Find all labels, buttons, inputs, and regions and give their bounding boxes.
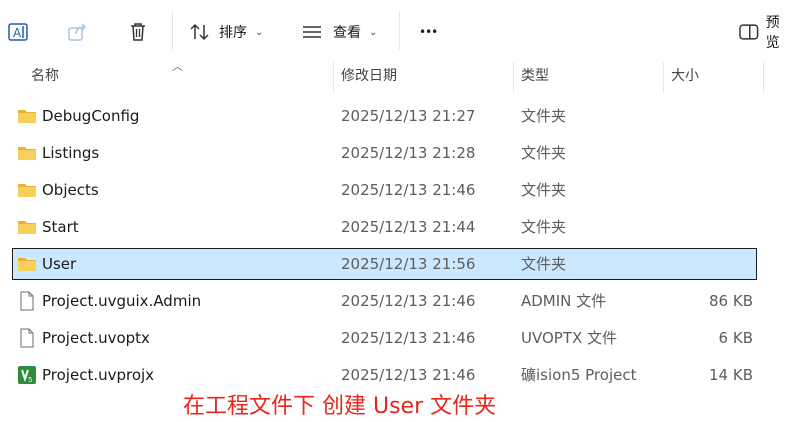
sort-label: 排序 xyxy=(219,25,247,41)
folder-icon xyxy=(18,258,36,271)
file-name: Project.uvguix.Admin xyxy=(42,292,202,310)
file-type: 文件夹 xyxy=(521,181,567,199)
chevron-down-icon: ⌄ xyxy=(369,26,378,38)
file-date: 2025/12/13 21:28 xyxy=(341,144,476,162)
annotation-text: 在工程文件下 创建 User 文件夹 xyxy=(183,394,497,419)
file-size: 14 KB xyxy=(709,366,753,384)
file-type: 文件夹 xyxy=(521,144,567,162)
file-row[interactable]: 5 Project.uvprojx 2025/12/13 21:46 礦isio… xyxy=(12,359,757,391)
svg-text:A: A xyxy=(13,26,22,40)
file-icon xyxy=(20,291,34,311)
file-row[interactable]: DebugConfig 2025/12/13 21:27 文件夹 xyxy=(12,100,757,132)
rename-button[interactable]: A xyxy=(6,14,30,50)
share-icon xyxy=(68,23,87,41)
file-date: 2025/12/13 21:46 xyxy=(341,329,476,347)
column-header-row: 名称 ︿ 修改日期 类型 大小 xyxy=(0,60,793,92)
folder-icon xyxy=(18,221,36,234)
file-row-selected[interactable]: User 2025/12/13 21:56 文件夹 xyxy=(12,248,757,280)
file-date: 2025/12/13 21:56 xyxy=(341,255,476,273)
view-list-icon xyxy=(303,26,321,38)
chevron-down-icon: ⌄ xyxy=(255,26,264,38)
command-bar: A 排序 ⌄ 查看 ⌄ ••• 预览 xyxy=(0,0,793,62)
trash-icon xyxy=(131,23,145,41)
file-type: 文件夹 xyxy=(521,107,567,125)
column-header-type[interactable]: 类型 xyxy=(521,62,549,92)
file-row[interactable]: Project.uvoptx 2025/12/13 21:46 UVOPTX 文… xyxy=(12,322,757,354)
sort-button[interactable]: 排序 ⌄ xyxy=(189,14,263,50)
more-options-button[interactable]: ••• xyxy=(419,14,438,50)
folder-icon xyxy=(18,110,36,123)
preview-label: 预览 xyxy=(765,15,780,51)
column-header-size[interactable]: 大小 xyxy=(671,62,699,92)
file-row[interactable]: Start 2025/12/13 21:44 文件夹 xyxy=(12,211,757,243)
file-row[interactable]: Objects 2025/12/13 21:46 文件夹 xyxy=(12,174,757,206)
column-header-date[interactable]: 修改日期 xyxy=(341,62,397,92)
file-name: Project.uvprojx xyxy=(42,366,155,384)
folder-icon xyxy=(18,184,36,197)
preview-pane-button[interactable]: 预览 xyxy=(738,14,793,51)
file-name: Listings xyxy=(42,144,100,162)
file-type: ADMIN 文件 xyxy=(521,292,607,310)
file-size: 6 KB xyxy=(718,329,753,347)
file-type: 文件夹 xyxy=(521,218,567,236)
svg-text:5: 5 xyxy=(28,376,32,384)
sort-icon xyxy=(190,23,209,41)
file-date: 2025/12/13 21:46 xyxy=(341,181,476,199)
view-label: 查看 xyxy=(333,25,361,41)
file-date: 2025/12/13 21:46 xyxy=(341,366,476,384)
share-button[interactable] xyxy=(66,14,90,50)
file-type: 文件夹 xyxy=(521,255,567,273)
column-divider[interactable] xyxy=(663,62,664,92)
file-row[interactable]: Project.uvguix.Admin 2025/12/13 21:46 AD… xyxy=(12,285,757,317)
rename-icon: A xyxy=(8,23,28,41)
column-divider[interactable] xyxy=(333,62,334,92)
column-header-name[interactable]: 名称 xyxy=(31,62,59,92)
file-name: Project.uvoptx xyxy=(42,329,150,347)
delete-button[interactable] xyxy=(126,14,150,50)
toolbar-separator xyxy=(399,12,400,50)
file-name: Start xyxy=(42,218,79,236)
view-button[interactable]: 查看 ⌄ xyxy=(301,14,377,50)
file-type: UVOPTX 文件 xyxy=(521,329,618,347)
file-date: 2025/12/13 21:46 xyxy=(341,292,476,310)
preview-pane-icon xyxy=(739,24,759,40)
file-type: 礦ision5 Project xyxy=(521,366,637,384)
more-icon: ••• xyxy=(419,25,438,39)
file-name: User xyxy=(42,255,77,273)
file-row[interactable]: Listings 2025/12/13 21:28 文件夹 xyxy=(12,137,757,169)
folder-icon xyxy=(18,147,36,160)
column-divider[interactable] xyxy=(513,62,514,92)
file-name: DebugConfig xyxy=(42,107,140,125)
keil-project-icon: 5 xyxy=(18,366,36,384)
file-date: 2025/12/13 21:44 xyxy=(341,218,476,236)
file-icon xyxy=(20,328,34,348)
toolbar-separator xyxy=(172,12,173,50)
file-date: 2025/12/13 21:27 xyxy=(341,107,476,125)
sort-ascending-icon: ︿ xyxy=(172,60,183,73)
file-size: 86 KB xyxy=(709,292,753,310)
file-name: Objects xyxy=(42,181,99,199)
column-divider[interactable] xyxy=(763,62,764,92)
